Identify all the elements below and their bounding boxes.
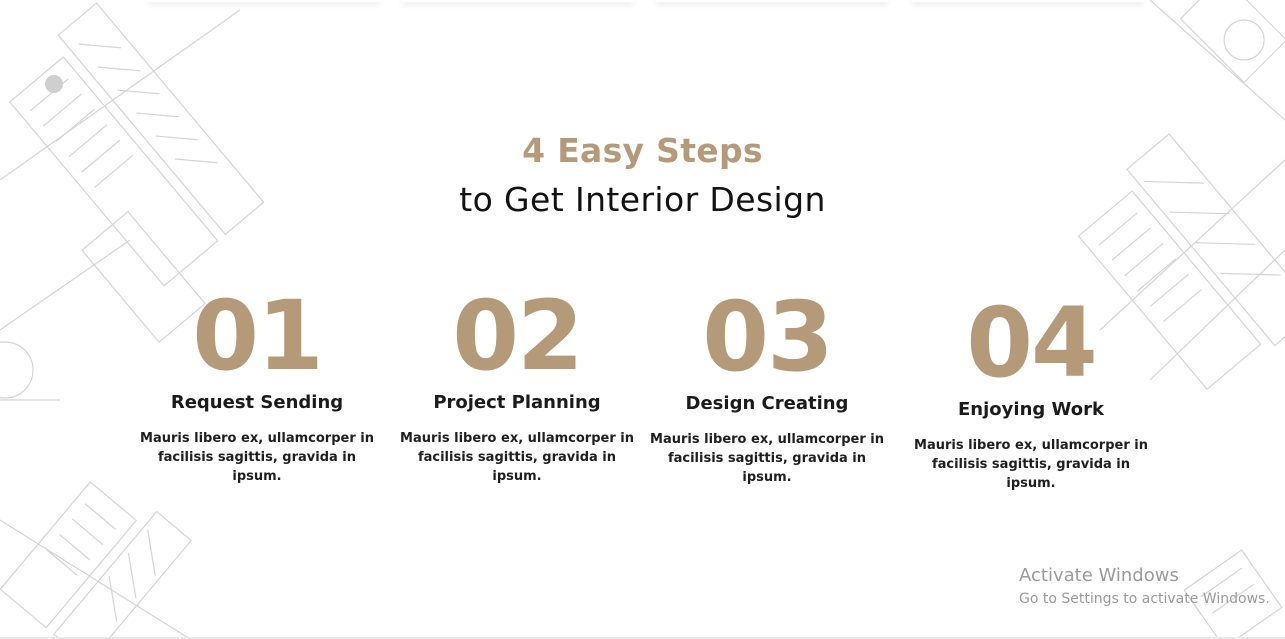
watermark-subtitle: Go to Settings to activate Windows. xyxy=(1019,591,1270,607)
watermark-title: Activate Windows xyxy=(1019,565,1179,586)
step-number: 03 xyxy=(702,281,834,393)
step-number: 01 xyxy=(192,280,324,392)
step-title: Design Creating xyxy=(685,393,849,414)
step-number: 02 xyxy=(452,280,584,392)
step-description: Mauris libero ex, ullamcorper in facilis… xyxy=(400,431,634,484)
step-card-1: 01 Request Sending Mauris libero ex, ull… xyxy=(132,288,382,486)
step-card-3: 03 Design Creating Mauris libero ex, ull… xyxy=(642,289,892,487)
step-number: 04 xyxy=(966,287,1098,399)
card-edge xyxy=(656,0,888,2)
step-description: Mauris libero ex, ullamcorper in facilis… xyxy=(650,432,884,485)
step-description: Mauris libero ex, ullamcorper in facilis… xyxy=(914,438,1148,491)
step-title: Project Planning xyxy=(433,392,601,413)
step-title: Enjoying Work xyxy=(958,399,1104,420)
card-edge xyxy=(912,0,1144,2)
step-title: Request Sending xyxy=(170,392,344,413)
activate-windows-watermark: Activate Windows Go to Settings to activ… xyxy=(1019,565,1270,607)
card-edge xyxy=(148,0,380,2)
top-cards-strip xyxy=(0,0,1285,30)
step-description: Mauris libero ex, ullamcorper in facilis… xyxy=(140,431,374,484)
section-heading: to Get Interior Design xyxy=(459,180,826,219)
section-heading-accent: 4 Easy Steps xyxy=(522,131,763,170)
card-edge xyxy=(402,0,634,2)
step-card-2: 02 Project Planning Mauris libero ex, ul… xyxy=(392,288,642,486)
step-card-4: 04 Enjoying Work Mauris libero ex, ullam… xyxy=(906,295,1156,493)
